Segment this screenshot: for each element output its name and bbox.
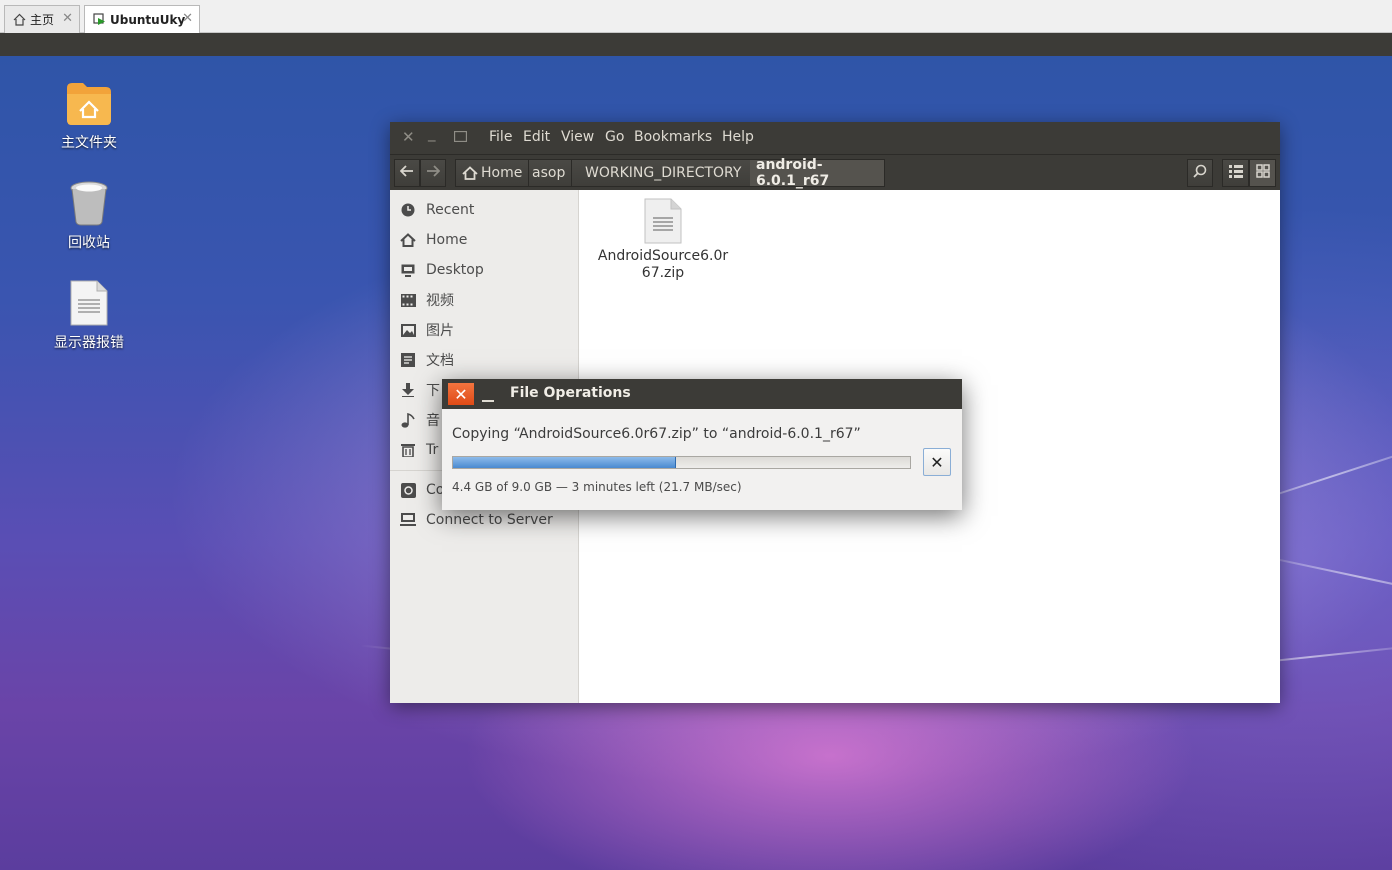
sidebar-item-label: 文档 xyxy=(426,353,454,369)
menu-edit[interactable]: Edit xyxy=(523,129,550,145)
host-tab-label: 主页 xyxy=(30,13,55,27)
list-view-button[interactable] xyxy=(1222,159,1249,187)
trash-icon xyxy=(400,442,416,458)
zip-file-icon xyxy=(644,198,682,244)
file-item[interactable]: AndroidSource6.0r 67.zip xyxy=(597,198,729,282)
menu-file[interactable]: File xyxy=(489,129,512,145)
sidebar-item-documents[interactable]: 文档 xyxy=(400,349,454,371)
forward-button[interactable] xyxy=(420,159,446,187)
menu-help[interactable]: Help xyxy=(722,129,754,145)
dialog-minimize-button[interactable] xyxy=(476,383,500,405)
home-icon xyxy=(462,166,478,180)
sidebar-item-label: 下 xyxy=(426,383,440,399)
grid-view-icon xyxy=(1255,164,1270,182)
host-tab-vm[interactable]: UbuntuUky ✕ xyxy=(84,5,200,33)
sidebar-item-label: 视频 xyxy=(426,293,454,309)
film-icon xyxy=(400,292,416,308)
copy-status: 4.4 GB of 9.0 GB — 3 minutes left (21.7 … xyxy=(452,480,742,494)
file-name-line: AndroidSource6.0r xyxy=(597,248,729,264)
breadcrumb-label: WORKING_DIRECTORY xyxy=(585,165,742,181)
sidebar-item-label: Tr xyxy=(426,442,439,458)
desktop-icon-home-folder[interactable]: 主文件夹 xyxy=(29,80,149,152)
copy-progress-fill xyxy=(453,457,676,468)
desktop-icon-text-file[interactable]: 显示器报错 xyxy=(29,280,149,352)
minimize-window-button[interactable]: _ xyxy=(428,126,436,141)
close-icon[interactable]: ✕ xyxy=(62,11,73,26)
sidebar-item-music[interactable]: 音 xyxy=(400,409,440,431)
grid-view-button[interactable] xyxy=(1249,159,1276,187)
menu-bookmarks[interactable]: Bookmarks xyxy=(634,129,712,145)
breadcrumb-home-label: Home xyxy=(481,165,523,181)
maximize-window-button[interactable] xyxy=(453,130,468,145)
file-manager-toolbar: Home asop WORKING_DIRECTORY android-6.0.… xyxy=(390,154,1280,190)
desktop-icon-label: 主文件夹 xyxy=(61,135,117,151)
file-name-line: 67.zip xyxy=(641,265,685,281)
breadcrumb-working-directory[interactable]: WORKING_DIRECTORY xyxy=(575,160,753,186)
cancel-copy-button[interactable]: ✕ xyxy=(923,448,951,476)
sidebar-item-downloads[interactable]: 下 xyxy=(400,379,440,401)
sidebar-item-label: Connect to Server xyxy=(426,512,553,528)
close-window-button[interactable]: ✕ xyxy=(402,130,415,145)
home-icon xyxy=(13,13,26,26)
breadcrumb-asop[interactable]: asop xyxy=(526,160,573,186)
desktop-icon-label: 回收站 xyxy=(68,235,110,251)
host-tab-strip: 主页 ✕ UbuntuUky ✕ xyxy=(0,0,1392,33)
window-titlebar: ✕ _ File Edit View Go Bookmarks Help xyxy=(390,122,1280,154)
sidebar-item-videos[interactable]: 视频 xyxy=(400,289,454,311)
search-icon xyxy=(1193,164,1207,182)
breadcrumb-current[interactable]: android-6.0.1_r67 xyxy=(750,157,884,189)
computer-icon xyxy=(400,482,416,498)
dialog-title: File Operations xyxy=(510,385,631,401)
picture-icon xyxy=(400,322,416,338)
clock-icon xyxy=(400,202,416,218)
sidebar-item-label: Desktop xyxy=(426,262,484,278)
text-document-icon xyxy=(70,280,108,326)
search-button[interactable] xyxy=(1187,159,1213,187)
sidebar-item-label: Recent xyxy=(426,202,475,218)
sidebar-item-label: Home xyxy=(426,232,468,248)
sidebar-item-pictures[interactable]: 图片 xyxy=(400,319,454,341)
sidebar-item-trash[interactable]: Tr xyxy=(400,439,438,461)
sidebar-item-computer[interactable]: Co xyxy=(400,479,444,501)
vm-top-panel xyxy=(0,33,1392,56)
dialog-titlebar: ✕ File Operations xyxy=(442,379,962,409)
breadcrumb-home[interactable]: Home xyxy=(456,160,530,186)
copy-progress-bar xyxy=(452,456,911,469)
dialog-close-button[interactable]: ✕ xyxy=(448,383,474,405)
vm-icon xyxy=(93,13,106,26)
home-icon xyxy=(400,232,416,248)
menu-go[interactable]: Go xyxy=(605,129,624,145)
arrow-left-icon xyxy=(399,165,414,181)
home-folder-icon xyxy=(65,80,113,126)
sidebar-item-desktop[interactable]: Desktop xyxy=(400,259,484,281)
sidebar-item-recent[interactable]: Recent xyxy=(400,199,474,221)
arrow-right-icon xyxy=(426,165,441,181)
menu-view[interactable]: View xyxy=(561,129,594,145)
sidebar-item-home[interactable]: Home xyxy=(400,229,467,251)
minimize-icon xyxy=(482,400,494,402)
cancel-icon: ✕ xyxy=(930,452,944,472)
music-icon xyxy=(400,412,416,428)
desktop-icon-trash[interactable]: 回收站 xyxy=(29,180,149,252)
copy-message: Copying “AndroidSource6.0r67.zip” to “an… xyxy=(452,426,861,442)
desktop-icon xyxy=(400,262,416,278)
network-server-icon xyxy=(400,512,416,528)
trash-icon xyxy=(69,180,109,226)
close-icon: ✕ xyxy=(454,384,468,404)
sidebar-item-connect-to-server[interactable]: Connect to Server xyxy=(400,509,553,531)
file-operations-dialog: ✕ File Operations Copying “AndroidSource… xyxy=(442,379,962,510)
sidebar-item-label: 图片 xyxy=(426,323,454,339)
list-view-icon xyxy=(1228,164,1243,182)
close-icon[interactable]: ✕ xyxy=(182,11,193,26)
desktop-icon-label: 显示器报错 xyxy=(54,335,124,351)
download-icon xyxy=(400,382,416,398)
host-tab-home[interactable]: 主页 ✕ xyxy=(4,5,80,33)
sidebar-item-label: 音 xyxy=(426,413,440,429)
breadcrumb-label: android-6.0.1_r67 xyxy=(756,157,830,189)
host-tab-label: UbuntuUky xyxy=(110,12,186,27)
back-button[interactable] xyxy=(394,159,420,187)
breadcrumb-label: asop xyxy=(532,165,566,181)
breadcrumb: Home asop WORKING_DIRECTORY android-6.0.… xyxy=(455,157,885,189)
document-icon xyxy=(400,352,416,368)
